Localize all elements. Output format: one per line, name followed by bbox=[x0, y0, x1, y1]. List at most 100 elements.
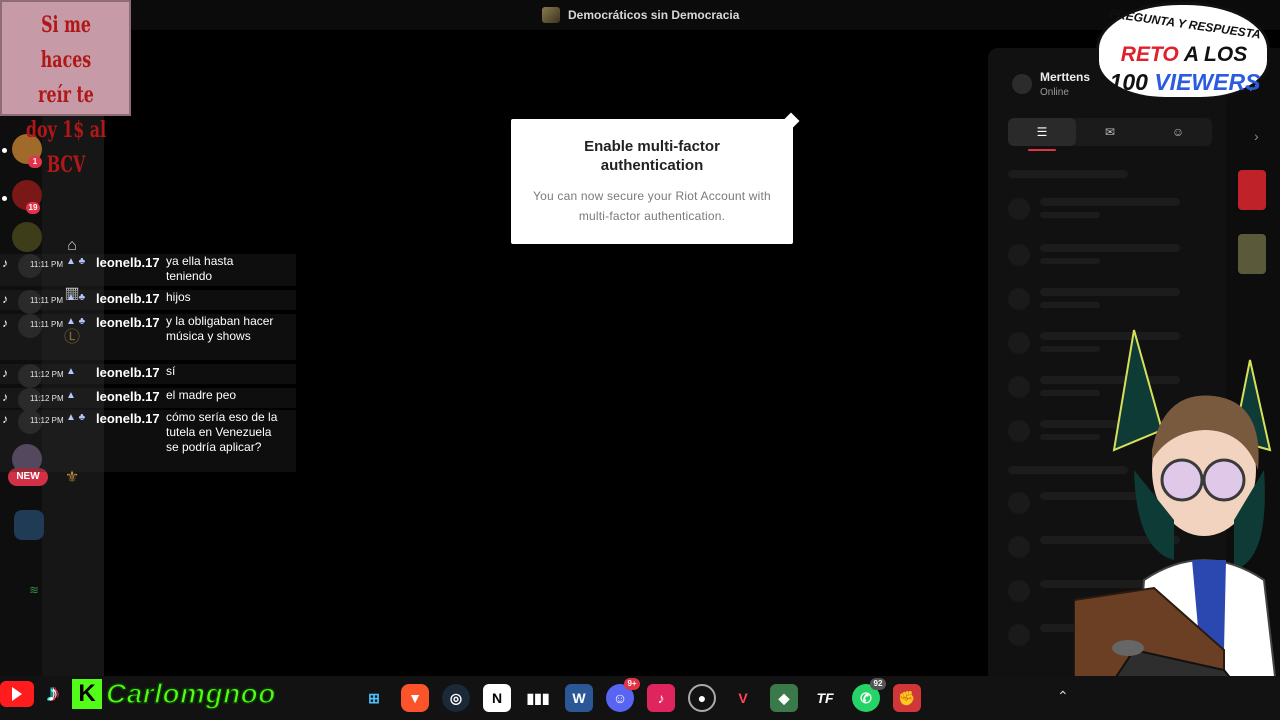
skeleton-avatar bbox=[1008, 288, 1030, 310]
streamer-handle: Carlomgnoo bbox=[105, 677, 276, 710]
badge-icons: ▲ bbox=[66, 366, 76, 377]
overlay-donation-box: Si me haces reír te doy 1$ al BCV bbox=[0, 0, 131, 178]
tab-messages[interactable]: ✉ bbox=[1076, 118, 1144, 146]
chat-text: cómo sería eso de la tutela en Venezuela… bbox=[166, 410, 278, 454]
mfa-dialog-body: You can now secure your Riot Account wit… bbox=[533, 189, 771, 223]
tiktok-icon[interactable]: ♪ bbox=[647, 684, 675, 712]
badge-icons: ▲ ♣ bbox=[66, 412, 86, 423]
whatsapp-icon[interactable]: ✆ 92 bbox=[852, 678, 886, 712]
profile-name[interactable]: Merttens bbox=[1040, 70, 1090, 84]
tiktok-icon: ♪ bbox=[2, 412, 8, 426]
social-tabs: ☰ ✉ ☺ bbox=[1008, 118, 1212, 151]
kick-icon: K bbox=[72, 679, 102, 709]
skeleton-heading bbox=[1008, 170, 1128, 178]
skeleton-line bbox=[1040, 198, 1180, 206]
chat-username: leonelb.17 bbox=[96, 315, 160, 330]
challenge-bottom-text: 100 VIEWERS bbox=[1105, 69, 1265, 96]
notion-icon[interactable]: N bbox=[483, 684, 511, 712]
skeleton-avatar bbox=[1008, 332, 1030, 354]
chat-text: y la obligaban hacer música y shows bbox=[166, 314, 274, 343]
skeleton-avatar bbox=[1008, 420, 1030, 442]
add-friend-icon: ☺ bbox=[1171, 125, 1185, 139]
whatsapp-badge: 92 bbox=[870, 678, 886, 690]
tf-icon[interactable]: TF bbox=[811, 684, 839, 712]
skeleton-avatar bbox=[1008, 376, 1030, 398]
tiktok-logo-icon: ♪ bbox=[47, 680, 59, 707]
game-thumbnail[interactable] bbox=[1238, 234, 1266, 274]
app-icon[interactable]: ◆ bbox=[770, 684, 798, 712]
chat-username: leonelb.17 bbox=[96, 365, 160, 380]
chat-text: hijos bbox=[166, 290, 191, 304]
window-title-text: Democráticos sin Democracia bbox=[568, 8, 740, 22]
skeleton-avatar bbox=[1008, 244, 1030, 266]
streamer-tag: ♪ K Carlomgnoo bbox=[0, 676, 276, 712]
signal-icon: ≋ bbox=[28, 583, 40, 597]
skeleton-line bbox=[1040, 212, 1100, 218]
chat-message: ♪ 11:11 PM ▲ ♣ leonelb.17 ya ella hasta … bbox=[0, 254, 296, 286]
chat-username: leonelb.17 bbox=[96, 411, 160, 426]
game-thumbnail[interactable] bbox=[1238, 170, 1266, 210]
profile-status[interactable]: Online bbox=[1040, 87, 1069, 98]
discord-icon[interactable]: ☺ 9+ bbox=[606, 678, 640, 712]
tab-friends-list[interactable]: ☰ bbox=[1008, 118, 1076, 151]
chat-text: ya ella hasta teniendo bbox=[166, 254, 234, 283]
youtube-icon bbox=[0, 681, 34, 707]
overlay-challenge-badge: PREGUNTA Y RESPUESTA RETO A LOS 100 VIEW… bbox=[1096, 2, 1270, 100]
tiktok-icon: ♪ bbox=[2, 316, 8, 330]
chat-message: ♪ 11:12 PM ▲ ♣ leonelb.17 cómo sería eso… bbox=[0, 410, 296, 472]
valorant-icon[interactable]: V bbox=[729, 684, 757, 712]
chat-text: el madre peo bbox=[166, 388, 237, 402]
skeleton-line bbox=[1040, 302, 1100, 308]
skeleton-line bbox=[1040, 244, 1180, 252]
chat-time: 11:11 PM bbox=[30, 260, 64, 269]
chat-time: 11:12 PM bbox=[30, 394, 64, 403]
home-icon[interactable]: ⌂ bbox=[62, 236, 82, 256]
challenge-mid-black: A LOS bbox=[1183, 43, 1248, 66]
obs-icon[interactable]: ● bbox=[688, 684, 716, 712]
brave-icon[interactable]: ▼ bbox=[401, 684, 429, 712]
app-logo-icon bbox=[542, 7, 560, 23]
windows-icon[interactable]: ⊞ bbox=[360, 684, 388, 712]
word-icon[interactable]: W bbox=[565, 684, 593, 712]
skeleton-line bbox=[1040, 288, 1180, 296]
taskbar-icons: ⊞ ▼ ◎ N ▮▮▮ W ☺ 9+ ♪ ● V ◆ TF ✆ 92 ✊ bbox=[360, 678, 921, 712]
chat-message: ♪ 11:11 PM ▲ ♣ leonelb.17 y la obligaban… bbox=[0, 314, 296, 360]
skeleton-avatar bbox=[1008, 536, 1030, 558]
skeleton-avatar bbox=[1008, 624, 1030, 646]
profile-avatar[interactable] bbox=[1012, 74, 1032, 94]
badge-icons: ▲ ♣ bbox=[66, 292, 86, 303]
game-icon[interactable] bbox=[14, 510, 44, 540]
audio-icon[interactable]: ▮▮▮ bbox=[524, 684, 552, 712]
discord-badge: 9+ bbox=[624, 678, 640, 690]
chat-message: ♪ 11:11 PM ▲ ♣ leonelb.17 hijos bbox=[0, 290, 296, 314]
online-dot bbox=[2, 196, 7, 201]
chat-time: 11:12 PM bbox=[30, 416, 64, 425]
online-dot bbox=[2, 148, 7, 153]
tiktok-icon: ♪ bbox=[2, 390, 8, 404]
challenge-mid-red: RETO bbox=[1120, 43, 1179, 66]
friend-avatar[interactable] bbox=[12, 222, 42, 252]
chat-time: 11:11 PM bbox=[30, 320, 64, 329]
skeleton-avatar bbox=[1008, 580, 1030, 602]
challenge-bottom-number: 100 bbox=[1109, 69, 1148, 95]
tab-add-friend[interactable]: ☺ bbox=[1144, 118, 1212, 146]
notification-badge: 19 bbox=[26, 202, 40, 214]
riot-icon[interactable]: ✊ bbox=[893, 684, 921, 712]
title-bar: Democráticos sin Democracia bbox=[0, 0, 1280, 30]
tiktok-icon: ♪ bbox=[2, 256, 8, 270]
overlay-donation-text: Si me haces reír te doy 1$ al BCV bbox=[25, 12, 107, 178]
steam-icon[interactable]: ◎ bbox=[442, 684, 470, 712]
chat-username: leonelb.17 bbox=[96, 291, 160, 306]
window-title: Democráticos sin Democracia bbox=[542, 7, 739, 23]
mfa-dialog-title: Enable multi-factor authentication bbox=[584, 138, 720, 174]
chat-time: 11:12 PM bbox=[30, 370, 64, 379]
chat-text: sí bbox=[166, 364, 176, 378]
challenge-bottom-blue: VIEWERS bbox=[1154, 69, 1261, 95]
chevron-up-icon[interactable]: ⌃ bbox=[1057, 688, 1069, 705]
badge-icons: ▲ ♣ bbox=[66, 316, 86, 327]
challenge-mid-text: RETO A LOS bbox=[1109, 43, 1259, 67]
vtuber-avatar bbox=[1074, 329, 1280, 720]
skeleton-line bbox=[1040, 258, 1100, 264]
chevron-right-icon[interactable]: › bbox=[1254, 128, 1259, 144]
mfa-dialog[interactable]: Enable multi-factor authentication You c… bbox=[511, 112, 800, 244]
